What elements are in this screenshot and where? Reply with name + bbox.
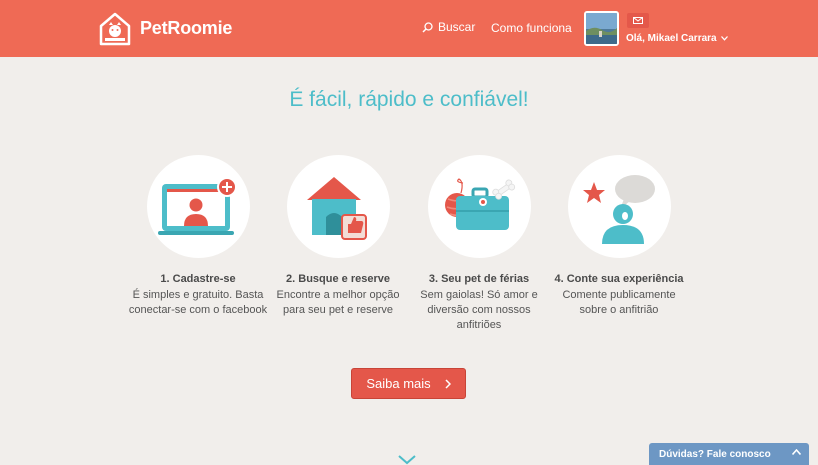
help-chat-widget[interactable]: Dúvidas? Fale conosco bbox=[649, 443, 809, 465]
step-vacation-illustration bbox=[427, 155, 531, 258]
step-signup-title: 1. Cadastre-se bbox=[160, 273, 236, 285]
page-tagline: É fácil, rápido e confiável! bbox=[289, 88, 529, 111]
nav-search-label: Buscar bbox=[438, 20, 476, 34]
doghouse-thumbs-up-icon bbox=[306, 177, 367, 240]
chevron-up-icon bbox=[792, 449, 801, 455]
step-signup-description: É simples e gratuito. Basta conectar-se … bbox=[128, 289, 268, 316]
step-review-illustration bbox=[567, 155, 671, 258]
step-search: 2. Busque e reserve Encontre a melhor op… bbox=[268, 155, 408, 318]
search-icon bbox=[422, 21, 433, 33]
step-vacation: 3. Seu pet de férias Sem gaiolas! Só amo… bbox=[409, 155, 549, 333]
mail-icon bbox=[633, 17, 643, 24]
review-speech-icon bbox=[582, 175, 655, 244]
step-search-illustration bbox=[286, 155, 390, 258]
messages-button[interactable] bbox=[627, 13, 649, 28]
help-chat-label: Dúvidas? Fale conosco bbox=[659, 448, 771, 460]
step-search-description: Encontre a melhor opção para seu pet e r… bbox=[276, 289, 400, 316]
top-header: PetRoomie Buscar Como funciona Olá, Mika… bbox=[0, 0, 818, 57]
scroll-down-chevron-icon[interactable] bbox=[398, 454, 416, 465]
brand-logo[interactable]: PetRoomie bbox=[97, 10, 232, 46]
step-vacation-description: Sem gaiolas! Só amor e diversão com noss… bbox=[420, 289, 538, 331]
nav-how-it-works-link[interactable]: Como funciona bbox=[491, 21, 572, 35]
chevron-right-icon bbox=[445, 378, 451, 389]
learn-more-label: Saiba mais bbox=[366, 376, 431, 391]
brand-name: PetRoomie bbox=[140, 17, 233, 38]
learn-more-button[interactable]: Saiba mais bbox=[351, 368, 466, 399]
step-signup: 1. Cadastre-se É simples e gratuito. Bas… bbox=[128, 155, 268, 318]
user-menu[interactable]: Olá, Mikael Carrara bbox=[626, 33, 728, 44]
step-search-title: 2. Busque e reserve bbox=[286, 273, 390, 285]
user-greeting: Olá, Mikael Carrara bbox=[626, 33, 717, 44]
step-review-description: Comente publicamente sobre o anfitrião bbox=[562, 289, 676, 316]
avatar-photo bbox=[586, 13, 617, 44]
house-logo-icon bbox=[99, 12, 131, 46]
step-vacation-title: 3. Seu pet de férias bbox=[428, 273, 530, 285]
step-review-title: 4. Conte sua experiência bbox=[554, 273, 684, 285]
chevron-down-icon bbox=[720, 36, 728, 41]
step-review: 4. Conte sua experiência Comente publica… bbox=[549, 155, 689, 318]
suitcase-icon bbox=[444, 178, 515, 230]
nav-search-link[interactable]: Buscar bbox=[422, 20, 475, 34]
laptop-signup-icon bbox=[157, 177, 237, 235]
avatar[interactable] bbox=[584, 11, 619, 46]
step-signup-illustration bbox=[146, 155, 250, 258]
